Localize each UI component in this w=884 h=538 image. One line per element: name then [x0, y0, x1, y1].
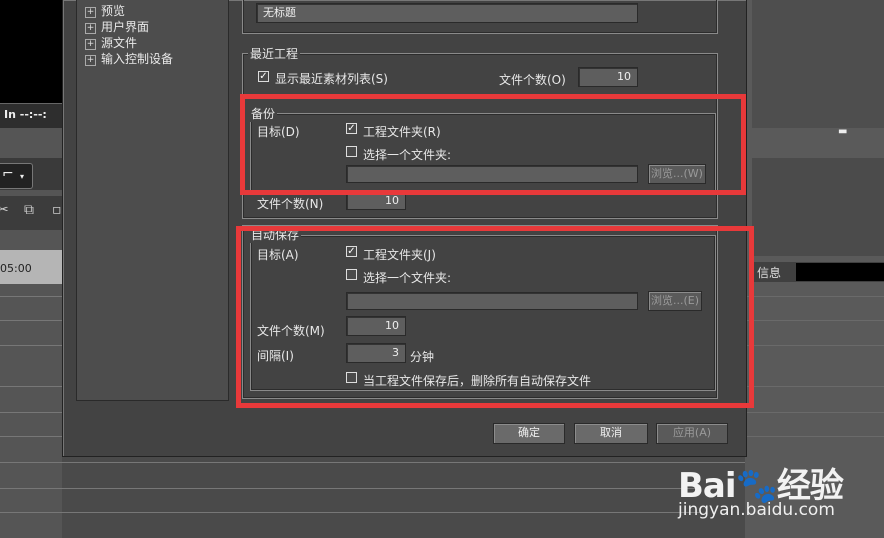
tree-item-preview[interactable]: + 预览 [85, 2, 125, 19]
tool-icon: ⌐ [2, 166, 14, 182]
tree-item-input-devices[interactable]: + 输入控制设备 [85, 50, 173, 67]
track-divider [0, 386, 62, 387]
show-recent-label: 显示最近素材列表(S) [275, 72, 388, 86]
recent-file-count-label: 文件个数(O) [499, 73, 566, 87]
show-recent-checkbox[interactable]: ✓ [258, 71, 269, 82]
right-panel-top [752, 0, 884, 128]
track-divider [745, 386, 884, 387]
edit-toolbar: ✂ ⧉ ▫ [0, 196, 62, 230]
recent-projects-legend: 最近工程 [248, 45, 301, 62]
track-divider [0, 345, 62, 346]
recent-file-count-input[interactable]: 10 [578, 67, 638, 87]
backup-file-count-label: 文件个数(N) [257, 197, 324, 211]
chevron-down-icon: ▾ [20, 172, 25, 181]
expand-icon[interactable]: + [85, 7, 96, 18]
track-divider [0, 436, 62, 437]
ruler-time-label: 05:00 [0, 262, 32, 275]
baidu-watermark-url: jingyan.baidu.com [678, 500, 835, 520]
track-divider [0, 320, 62, 321]
tree-item-user-interface[interactable]: + 用户界面 [85, 18, 149, 35]
copy-icon[interactable]: ⧉ [24, 202, 34, 218]
track-divider [745, 320, 884, 321]
tool-dropdown-button[interactable]: ⌐ ▾ [0, 163, 33, 189]
track-divider [745, 412, 884, 413]
ok-button[interactable]: 确定 [493, 423, 565, 444]
expand-icon[interactable]: + [85, 55, 96, 66]
track-divider [0, 488, 700, 489]
track-divider [745, 296, 884, 297]
track-divider [0, 296, 62, 297]
track-divider [745, 436, 884, 437]
right-panel-mid [752, 158, 884, 256]
project-name-input[interactable]: 无标题 [256, 3, 638, 23]
track-divider [745, 345, 884, 346]
timecode-in: In --:--: [4, 108, 47, 121]
timecode-bar: In --:--: [0, 103, 62, 128]
paste-icon[interactable]: ▫ [52, 202, 62, 218]
scissors-icon[interactable]: ✂ [0, 202, 9, 218]
highlight-box-autosave [236, 226, 754, 408]
apply-button[interactable]: 应用(A) [656, 423, 728, 444]
info-field [796, 263, 884, 281]
expand-icon[interactable]: + [85, 39, 96, 50]
track-divider [0, 412, 62, 413]
track-divider [0, 512, 700, 513]
highlight-box-backup [240, 94, 746, 195]
expand-icon[interactable]: + [85, 23, 96, 34]
minimize-icon[interactable]: ▬ [838, 126, 847, 137]
tree-item-source-files[interactable]: + 源文件 [85, 34, 137, 51]
info-label: 信息 [757, 266, 782, 280]
preview-monitor [0, 0, 62, 103]
cancel-button[interactable]: 取消 [574, 423, 648, 444]
